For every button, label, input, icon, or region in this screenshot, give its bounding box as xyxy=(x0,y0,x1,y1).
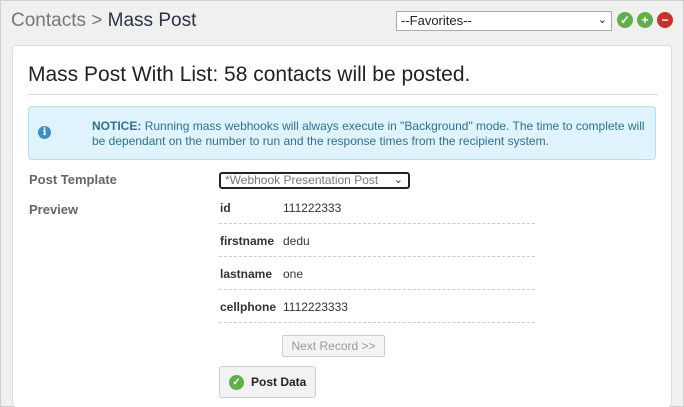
notice-text: NOTICE: Running mass webhooks will alway… xyxy=(92,119,647,149)
breadcrumb-separator: > xyxy=(91,10,103,31)
preview-label: Preview xyxy=(29,202,79,217)
preview-value: 1112223333 xyxy=(283,300,348,314)
post-template-label: Post Template xyxy=(29,172,117,187)
notice-label: NOTICE: xyxy=(92,119,142,133)
mass-post-panel: Mass Post With List: 58 contacts will be… xyxy=(12,45,672,407)
info-icon: i xyxy=(38,126,51,139)
check-circle-icon[interactable]: ✓ xyxy=(617,12,633,28)
post-data-button[interactable]: ✓ Post Data xyxy=(219,366,316,398)
preview-table: id 111222333 firstname dedu lastname one… xyxy=(219,191,535,323)
preview-row: firstname dedu xyxy=(219,224,535,257)
chevron-down-icon: ⌄ xyxy=(597,14,607,26)
page-title: Mass Post With List: 58 contacts will be… xyxy=(28,63,471,86)
plus-circle-icon[interactable]: + xyxy=(637,12,653,28)
check-circle-icon: ✓ xyxy=(229,375,244,390)
next-record-button[interactable]: Next Record >> xyxy=(282,335,385,357)
preview-row: lastname one xyxy=(219,257,535,290)
preview-key: cellphone xyxy=(220,300,277,314)
preview-value: one xyxy=(283,267,304,281)
notice-box: i NOTICE: Running mass webhooks will alw… xyxy=(28,106,656,160)
preview-key: firstname xyxy=(220,234,275,248)
preview-value: dedu xyxy=(283,234,310,248)
preview-row: id 111222333 xyxy=(219,191,535,224)
title-divider xyxy=(28,94,658,95)
post-template-value: *Webhook Presentation Post xyxy=(225,173,379,187)
minus-circle-icon[interactable]: − xyxy=(657,12,673,28)
favorites-select[interactable]: --Favorites-- ⌄ xyxy=(396,11,612,31)
breadcrumb-parent[interactable]: Contacts xyxy=(11,10,86,31)
post-template-select[interactable]: *Webhook Presentation Post ⌄ xyxy=(219,172,410,189)
preview-key: lastname xyxy=(220,267,273,281)
top-bar: Contacts > Mass Post --Favorites-- ⌄ ✓ +… xyxy=(1,1,683,41)
post-data-label: Post Data xyxy=(251,375,307,389)
favorites-selected-value: --Favorites-- xyxy=(401,13,472,28)
preview-key: id xyxy=(220,201,231,215)
chevron-down-icon: ⌄ xyxy=(393,174,403,186)
breadcrumb-current: Mass Post xyxy=(107,10,197,31)
preview-row: cellphone 1112223333 xyxy=(219,290,535,323)
preview-value: 111222333 xyxy=(283,201,342,215)
notice-body: Running mass webhooks will always execut… xyxy=(92,119,645,148)
breadcrumb: Contacts > Mass Post xyxy=(11,10,196,32)
